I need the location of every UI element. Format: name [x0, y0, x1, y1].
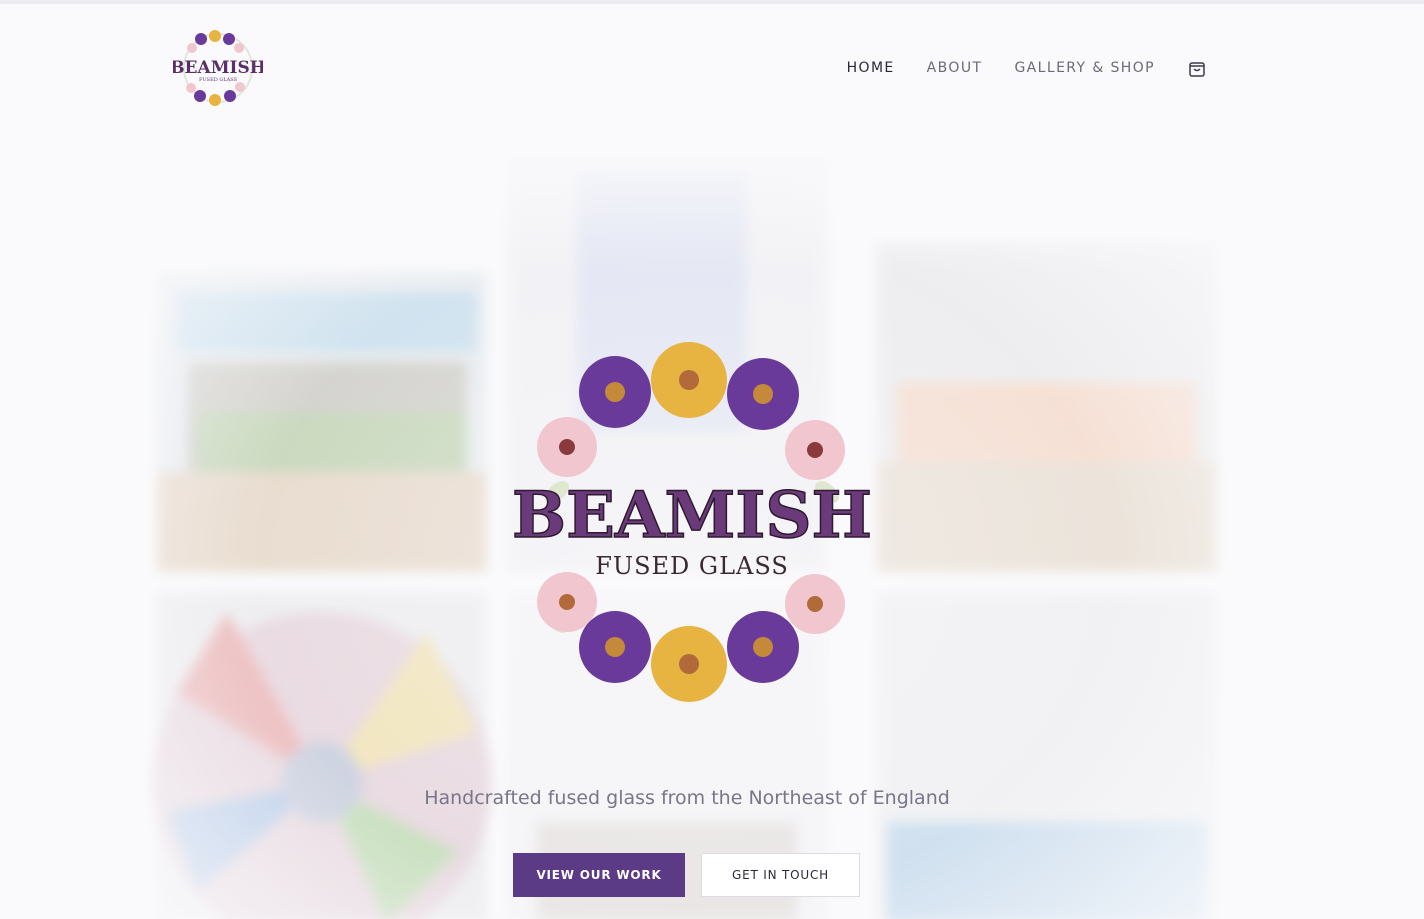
site-header: BEAMISH FUSED GLASS HOME ABOUT GALLERY &…	[137, 4, 1237, 133]
hero-tagline: Handcrafted fused glass from the Northea…	[424, 787, 950, 809]
flower-pink-right	[785, 420, 845, 480]
get-in-touch-button[interactable]: GET IN TOUCH	[701, 853, 860, 897]
flower-purple-bottom-left	[579, 611, 651, 683]
flower-purple-bottom-right	[727, 611, 799, 683]
shopping-bag-icon[interactable]	[1187, 58, 1207, 78]
hero-logo-wordmark: BEAMISH	[512, 478, 872, 553]
flower-purple-top-left	[579, 356, 651, 428]
brand-logo-subtitle: FUSED GLASS	[199, 77, 238, 83]
flower-pink-left	[537, 417, 597, 477]
brand-logo-wordmark: BEAMISH	[173, 58, 263, 78]
hero-section: BEAMISH FUSED GLASS Handcrafted fused gl…	[137, 132, 1237, 919]
nav-gallery-shop[interactable]: GALLERY & SHOP	[1014, 60, 1155, 76]
nav-about[interactable]: ABOUT	[927, 60, 983, 76]
main-nav: HOME ABOUT GALLERY & SHOP	[815, 58, 1207, 78]
flower-pink-bottom-left	[537, 572, 597, 632]
flower-yellow-bottom	[651, 626, 727, 702]
page: BEAMISH FUSED GLASS HOME ABOUT GALLERY &…	[0, 0, 1424, 919]
hero-brand-logo: BEAMISH FUSED GLASS	[511, 342, 873, 702]
flower-pink-bottom-right	[785, 574, 845, 634]
flower-yellow-top	[651, 342, 727, 418]
view-our-work-button[interactable]: VIEW OUR WORK	[513, 853, 685, 897]
flower-purple-top-right	[727, 358, 799, 430]
brand-logo[interactable]: BEAMISH FUSED GLASS	[173, 26, 263, 110]
nav-home[interactable]: HOME	[847, 60, 895, 76]
hero-logo-subtitle: FUSED GLASS	[595, 552, 789, 580]
